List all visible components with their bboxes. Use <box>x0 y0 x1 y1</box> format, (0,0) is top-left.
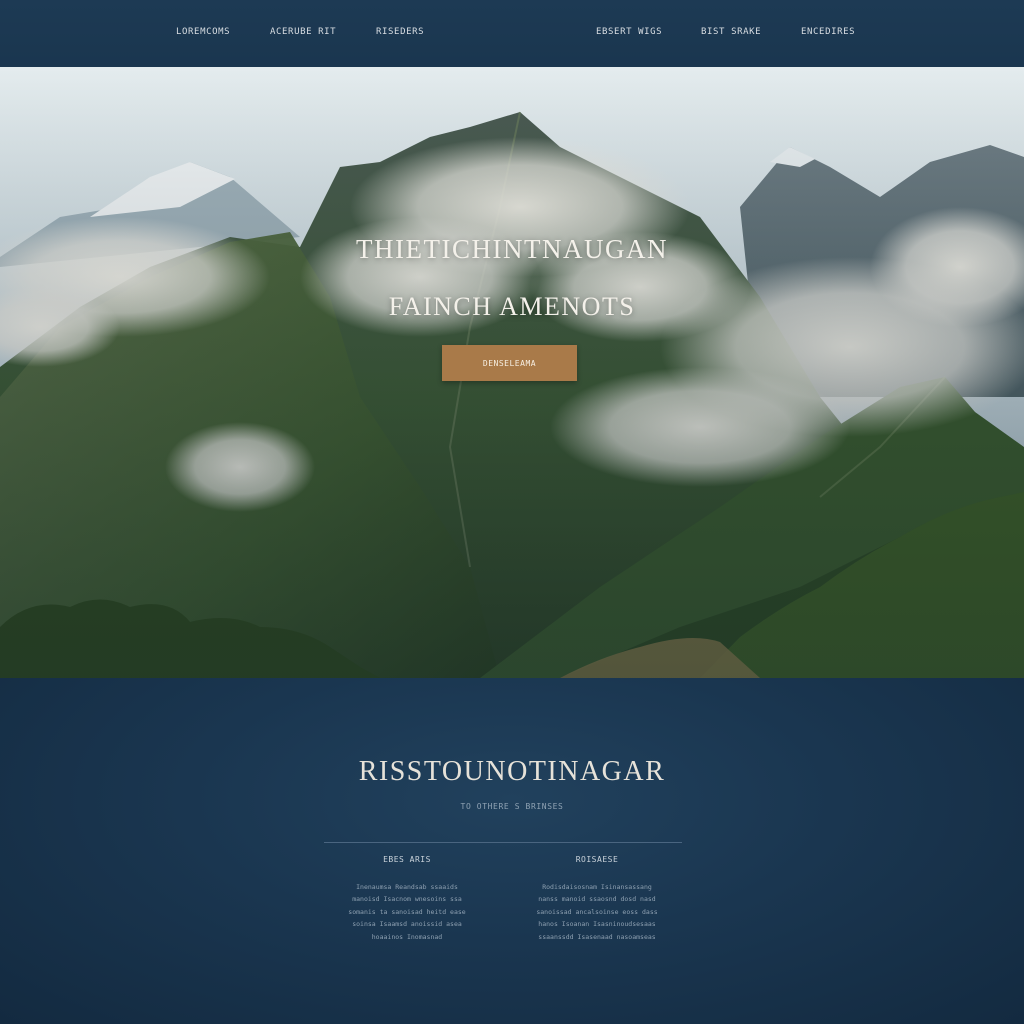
nav-link-3[interactable]: RISEDERS <box>376 27 424 37</box>
section-divider <box>324 842 682 843</box>
info-column-right: ROISAESE Rodisdaisosnam Isinansassang na… <box>517 855 677 943</box>
column-text-line: nanss manoid ssaosnd dosd nasd <box>538 895 656 904</box>
column-text-line: soinsa Isaamsd anoissid asea <box>352 920 462 929</box>
column-heading: ROISAESE <box>575 855 619 864</box>
hero-title-line-2: FAINCH AMENOTS <box>388 292 636 321</box>
column-text-line: hoaainos Inomasnad <box>371 932 443 941</box>
column-text-line: manoisd Isacnom wnesoins ssa <box>352 895 462 904</box>
section-subtitle: TO OTHERE S BRINSES <box>460 802 564 811</box>
hero-section: THIETICHINTNAUGAN FAINCH AMENOTS DENSELE… <box>0 67 1024 678</box>
nav-link-4[interactable]: EBSERT WIGS <box>596 27 662 37</box>
hero-title-line-1: THIETICHINTNAUGAN <box>356 234 668 264</box>
nav-link-1[interactable]: LOREMCOMS <box>176 27 230 37</box>
column-text-line: ssaanssdd Isasenaad nasoamseas <box>538 932 656 941</box>
column-text-line: Inenaumsa Reandsab ssaaids <box>356 883 458 891</box>
top-nav: LOREMCOMS ACERUBE RIT RISEDERS EBSERT WI… <box>0 0 1024 68</box>
nav-link-6[interactable]: ENCEDIRES <box>801 27 855 37</box>
column-text-line: somanis ta sanoisad heitd ease <box>348 907 466 916</box>
column-heading: EBES ARIS <box>383 855 431 864</box>
section-title: RISSTOUNOTINAGAR <box>358 756 666 787</box>
info-column-left: EBES ARIS Inenaumsa Reandsab ssaaids man… <box>327 855 487 943</box>
hero-cta-button[interactable]: DENSELEAMA <box>442 345 577 381</box>
nav-link-2[interactable]: ACERUBE RIT <box>270 27 336 37</box>
nav-link-5[interactable]: BIST SRAKE <box>701 27 761 37</box>
column-text-line: sanoissad ancalsoinse eoss dass <box>536 907 658 916</box>
column-text-line: Rodisdaisosnam Isinansassang <box>542 883 652 891</box>
column-text-line: hanos Isoanan Isasninoudsesaas <box>538 920 656 929</box>
landing-page: LOREMCOMS ACERUBE RIT RISEDERS EBSERT WI… <box>0 0 1024 1024</box>
info-section: RISSTOUNOTINAGAR TO OTHERE S BRINSES EBE… <box>0 678 1024 1024</box>
